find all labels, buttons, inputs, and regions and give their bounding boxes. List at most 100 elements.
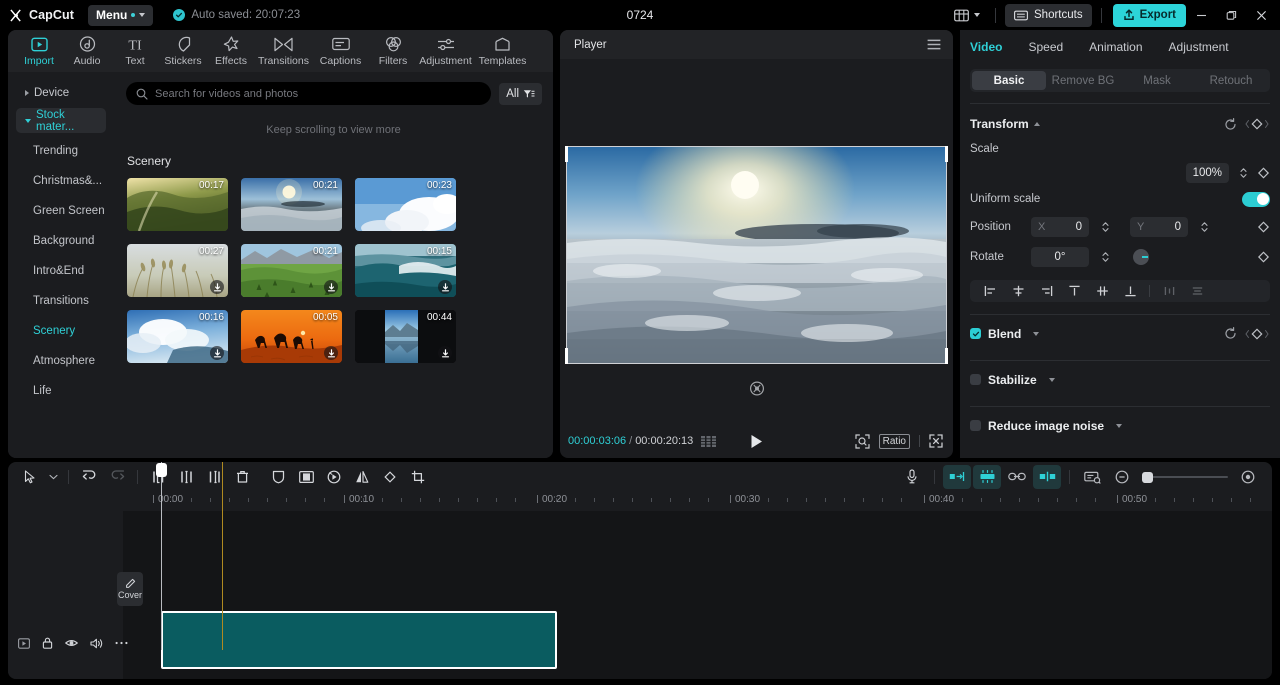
media-item[interactable]: 00:17 [127,178,228,231]
align-left-icon[interactable] [976,280,1004,302]
align-bottom-icon[interactable] [1116,280,1144,302]
download-icon[interactable] [324,280,338,294]
media-item[interactable]: 00:21 [241,244,342,297]
tab-speed[interactable]: Speed [1028,40,1063,54]
download-icon[interactable] [210,346,224,360]
delete-icon[interactable] [228,465,256,489]
tab-templates[interactable]: Templates [474,30,531,72]
blend-reset-icon[interactable] [1224,327,1237,340]
sidebar-item-background[interactable]: Background [8,226,114,256]
distribute-horizontal-icon[interactable] [1155,280,1183,302]
sidebar-item-intro-end[interactable]: Intro&End [8,256,114,286]
tab-animation[interactable]: Animation [1089,40,1142,54]
download-icon[interactable] [438,280,452,294]
close-button[interactable] [1246,0,1276,30]
tab-video[interactable]: Video [970,40,1002,54]
align-middle-icon[interactable] [1088,280,1116,302]
scale-keyframe-icon[interactable] [1257,167,1270,179]
reduce-noise-checkbox[interactable] [970,420,981,431]
position-x-stepper[interactable] [1098,217,1112,237]
scale-input[interactable]: 100% [1185,163,1229,183]
crop-icon[interactable] [404,465,432,489]
cursor-dropdown-icon[interactable] [44,465,62,489]
tab-effects[interactable]: Effects [207,30,255,72]
hamburger-icon[interactable] [927,39,941,50]
undo-icon[interactable] [75,465,103,489]
sidebar-item-atmosphere[interactable]: Atmosphere [8,346,114,376]
snap-left-icon[interactable] [943,464,971,489]
watermark-icon[interactable] [749,381,764,396]
microphone-icon[interactable] [898,465,926,489]
tab-adjustment[interactable]: Adjustment [417,30,474,72]
export-button[interactable]: Export [1112,3,1186,27]
lock-icon[interactable] [42,637,53,649]
chevron-down-icon[interactable] [1033,331,1040,336]
reset-icon[interactable] [1224,117,1237,131]
zoom-fit-icon[interactable] [855,433,870,449]
download-icon[interactable] [438,346,452,360]
video-track-icon[interactable] [18,637,30,649]
auto-snap-icon[interactable] [973,464,1001,489]
segment-remove-bg[interactable]: Remove BG [1046,71,1120,90]
media-item[interactable]: 00:15 [355,244,456,297]
tab-adjustment[interactable]: Adjustment [1169,40,1229,54]
speed-icon[interactable] [320,465,348,489]
tab-text[interactable]: TI Text [111,30,159,72]
playhead-handle[interactable] [156,463,167,477]
more-icon[interactable] [115,641,128,645]
sidebar-item-life[interactable]: Life [8,376,114,406]
maximize-button[interactable] [1216,0,1246,30]
tab-transitions[interactable]: Transitions [255,30,312,72]
eye-icon[interactable] [65,638,78,648]
position-y-stepper[interactable] [1197,217,1211,237]
scale-stepper[interactable] [1236,163,1250,183]
layout-button[interactable] [948,5,986,26]
sidebar-item-christmas[interactable]: Christmas&... [8,166,114,196]
select-cursor-icon[interactable] [16,465,44,489]
sidebar-item-stock-material[interactable]: Stock mater... [16,108,106,133]
tab-import[interactable]: Import [15,30,63,72]
fullscreen-icon[interactable] [929,434,943,448]
blend-checkbox[interactable] [970,328,981,339]
chevron-up-icon[interactable] [1033,122,1040,126]
media-item[interactable]: 00:21 [241,178,342,231]
timeline-tracks[interactable] [8,511,1272,679]
rotate-keyframe-icon[interactable] [1257,251,1270,263]
position-keyframe-icon[interactable] [1257,221,1270,233]
stabilize-checkbox[interactable] [970,374,981,385]
sidebar-item-device[interactable]: Device [16,80,106,105]
keyframe-icon[interactable] [1244,118,1270,130]
play-button[interactable] [750,434,763,449]
align-right-icon[interactable] [1032,280,1060,302]
freeze-frame-icon[interactable] [292,465,320,489]
align-center-horizontal-icon[interactable] [1004,280,1032,302]
split-right-icon[interactable] [200,465,228,489]
frames-icon[interactable] [701,435,718,447]
sidebar-item-green-screen[interactable]: Green Screen [8,196,114,226]
tab-captions[interactable]: Captions [312,30,369,72]
snap-center-icon[interactable] [1033,464,1061,489]
timeline-clip[interactable] [161,611,557,669]
zoom-in-icon[interactable] [1234,465,1262,489]
position-x-input[interactable]: X 0 [1031,217,1089,237]
tab-stickers[interactable]: Stickers [159,30,207,72]
filter-all-button[interactable]: All [499,82,542,105]
media-item[interactable]: 00:27 [127,244,228,297]
sidebar-item-scenery[interactable]: Scenery [8,316,114,346]
chevron-down-icon[interactable] [1116,423,1123,428]
uniform-scale-toggle[interactable] [1242,191,1270,207]
rotate-stepper[interactable] [1098,247,1112,267]
timeline-zoom-slider[interactable] [1142,471,1228,483]
media-item[interactable]: 00:05 [241,310,342,363]
sidebar-item-trending[interactable]: Trending [8,136,114,166]
ratio-button[interactable]: Ratio [878,433,910,449]
link-icon[interactable] [1003,465,1031,489]
sidebar-item-transitions[interactable]: Transitions [8,286,114,316]
segment-basic[interactable]: Basic [972,71,1046,90]
speaker-icon[interactable] [90,638,103,649]
cover-button[interactable]: Cover [117,572,143,606]
segment-mask[interactable]: Mask [1120,71,1194,90]
rotate-input[interactable]: 0° [1031,247,1089,267]
preview-icon[interactable] [1078,465,1106,489]
mask-icon[interactable] [264,465,292,489]
